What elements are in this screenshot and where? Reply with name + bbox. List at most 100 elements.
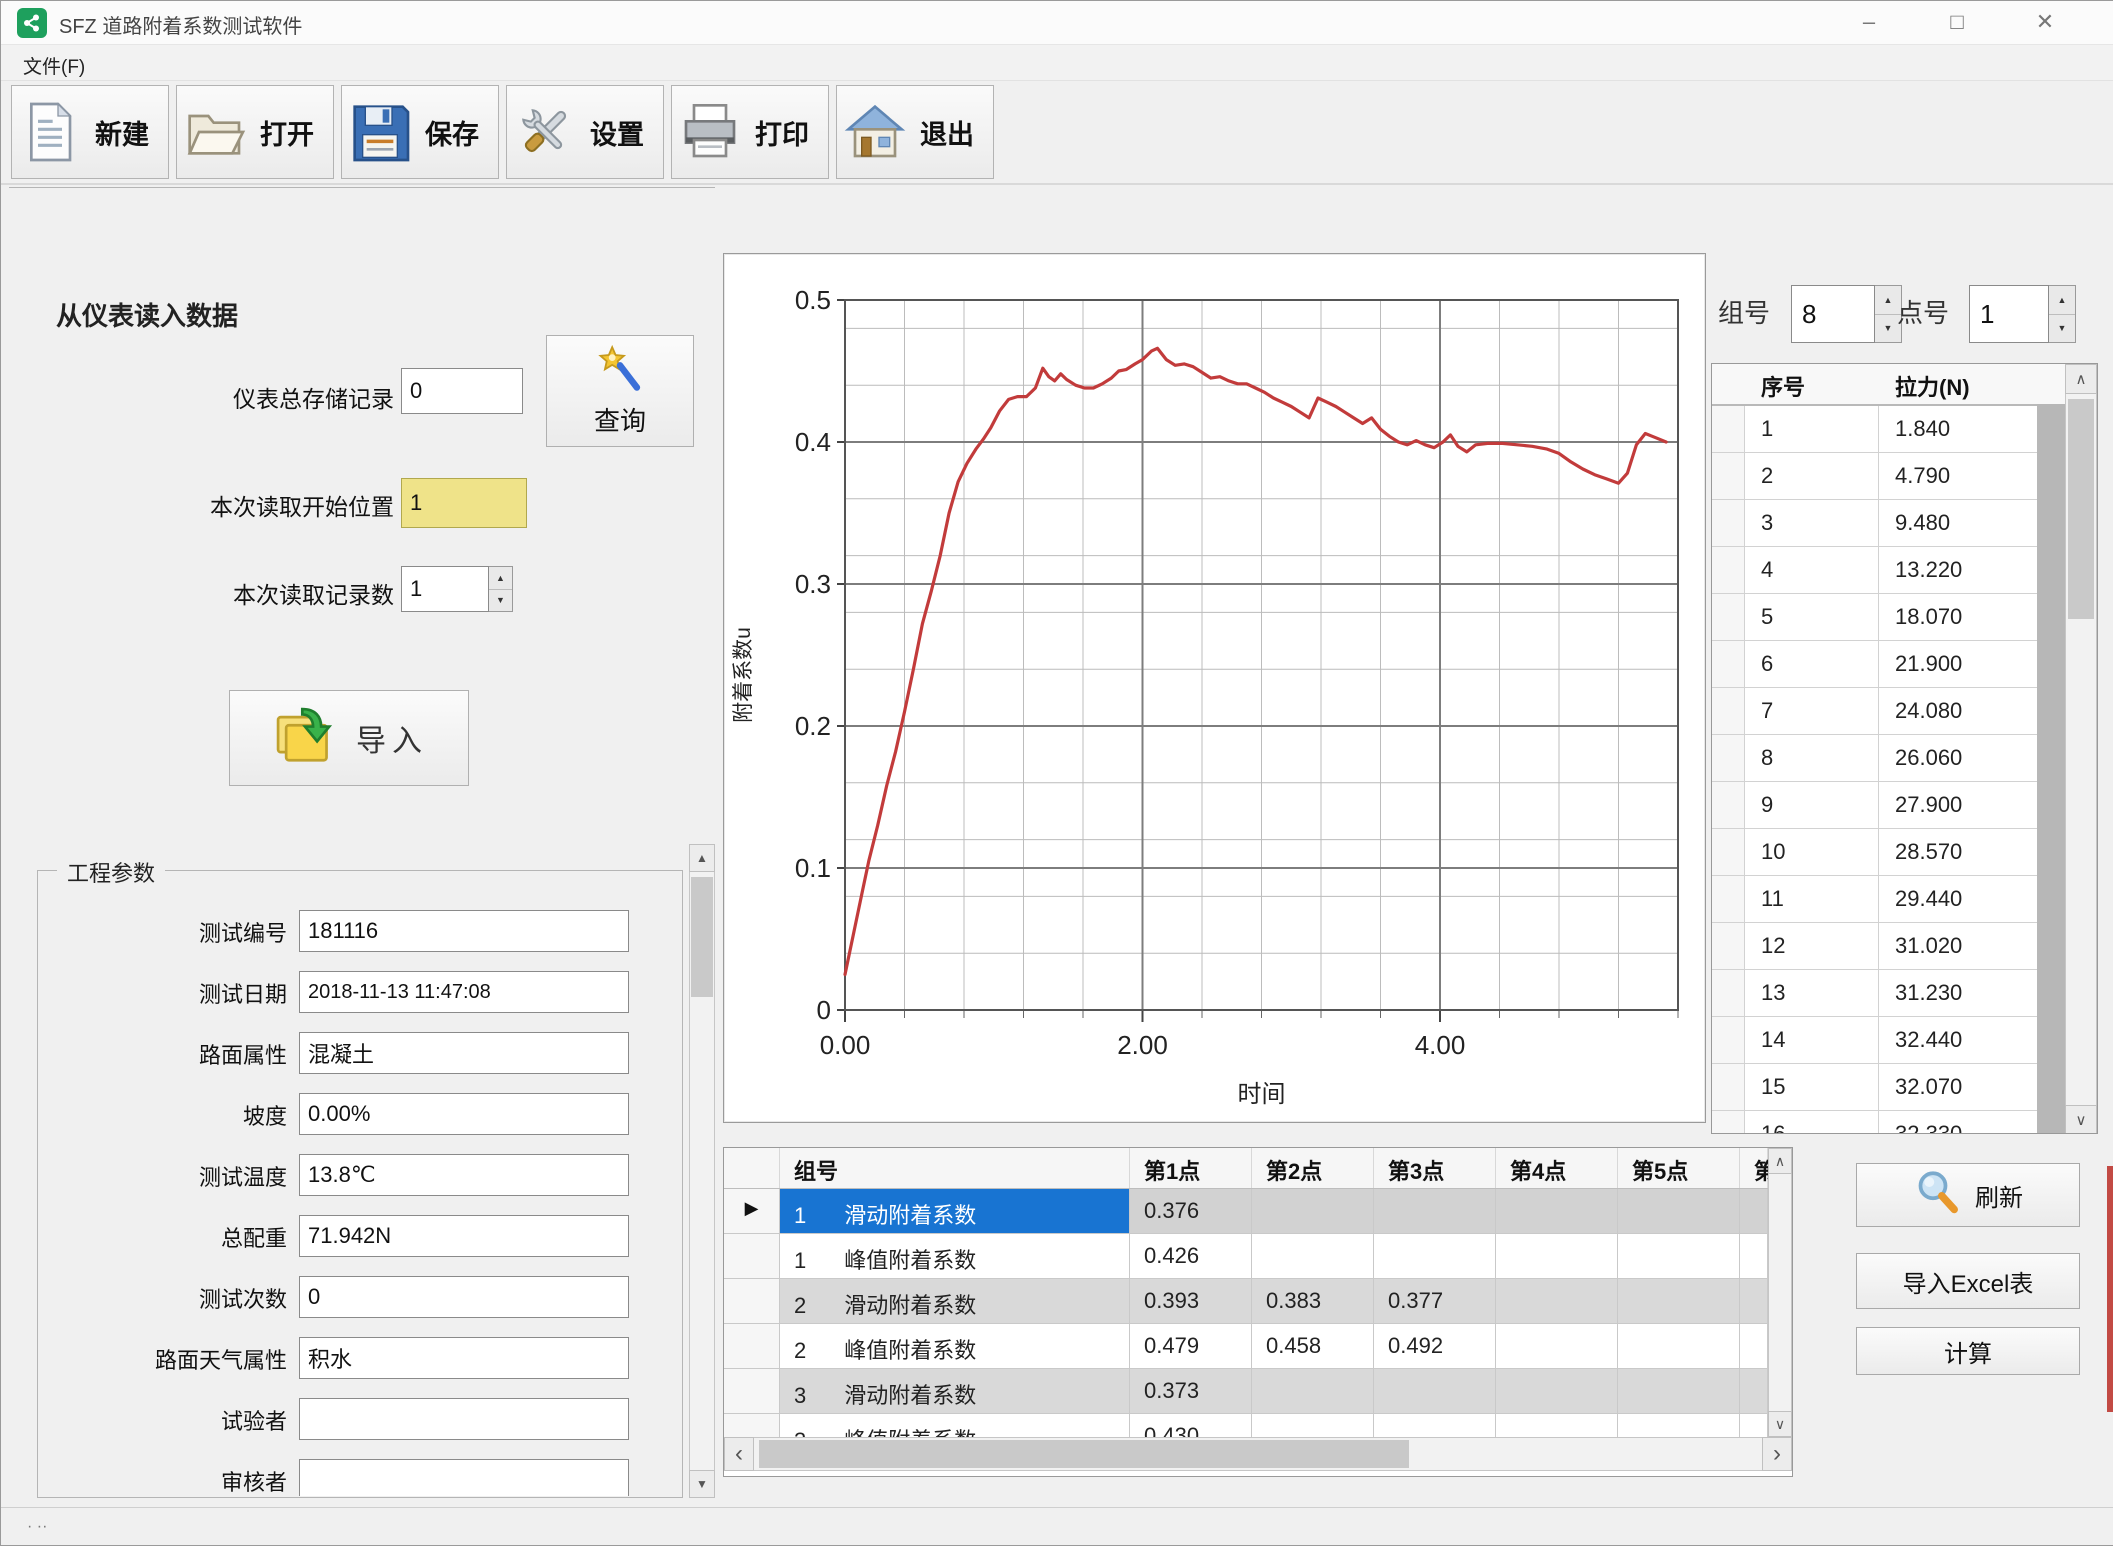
force-cell: 18.070 bbox=[1879, 594, 2039, 641]
index-cell: 7 bbox=[1745, 688, 1879, 735]
param-input[interactable] bbox=[299, 1459, 629, 1496]
total-records-input[interactable] bbox=[401, 368, 523, 414]
value-cell bbox=[1496, 1369, 1618, 1414]
value-cell bbox=[1740, 1279, 1768, 1324]
table-row[interactable]: 3滑动附着系数0.373 bbox=[724, 1369, 1792, 1414]
point-number-value[interactable]: 1 bbox=[1969, 285, 2049, 343]
force-table-scrollbar[interactable]: ∧ ∨ bbox=[2065, 364, 2097, 1134]
svg-text:附着系数u: 附着系数u bbox=[732, 627, 755, 723]
stepper-up-icon[interactable]: ▲ bbox=[2049, 286, 2075, 315]
row-header-cell bbox=[1712, 453, 1745, 500]
toolbar: 新建 打开 保存 设置 打印 退出 bbox=[1, 81, 2113, 185]
value-cell bbox=[1740, 1324, 1768, 1369]
row-header-cell bbox=[1712, 1064, 1745, 1111]
exit-button[interactable]: 退出 bbox=[836, 85, 994, 179]
result-table-hscrollbar[interactable]: ‹ › bbox=[724, 1437, 1792, 1471]
column-header[interactable]: 第2点 bbox=[1252, 1148, 1374, 1188]
open-button[interactable]: 打开 bbox=[176, 85, 334, 179]
column-header[interactable]: 第4点 bbox=[1496, 1148, 1618, 1188]
table-row[interactable]: 2滑动附着系数0.3930.3830.377 bbox=[724, 1279, 1792, 1324]
index-cell: 10 bbox=[1745, 829, 1879, 876]
table-row[interactable]: 2峰值附着系数0.4790.4580.492 bbox=[724, 1324, 1792, 1369]
close-button[interactable]: ✕ bbox=[2017, 1, 2073, 43]
index-cell: 6 bbox=[1745, 641, 1879, 688]
scrollbar-thumb[interactable] bbox=[691, 877, 713, 997]
index-cell: 4 bbox=[1745, 547, 1879, 594]
scroll-up-icon[interactable]: ▲ bbox=[689, 844, 715, 872]
result-table-vscrollbar[interactable]: ∧ ∨ bbox=[1768, 1148, 1792, 1437]
row-header-cell bbox=[724, 1369, 780, 1414]
scroll-down-icon[interactable]: ∨ bbox=[2065, 1105, 2097, 1134]
param-input[interactable] bbox=[299, 971, 629, 1013]
col-index-header[interactable]: 序号 bbox=[1745, 364, 1879, 404]
stepper-up-icon[interactable]: ▲ bbox=[489, 567, 512, 590]
table-row[interactable]: ▶1滑动附着系数0.376 bbox=[724, 1189, 1792, 1234]
param-input[interactable] bbox=[299, 910, 629, 952]
title-bar: SFZ 道路附着系数测试软件 – □ ✕ bbox=[1, 1, 2113, 45]
start-position-input[interactable] bbox=[401, 478, 527, 528]
calculate-button[interactable]: 计算 bbox=[1856, 1327, 2080, 1375]
force-cell: 26.060 bbox=[1879, 735, 2039, 782]
index-cell: 13 bbox=[1745, 970, 1879, 1017]
col-force-header[interactable]: 拉力(N) bbox=[1879, 364, 2039, 404]
menu-file[interactable]: 文件(F) bbox=[15, 50, 93, 81]
column-header[interactable]: 第1点 bbox=[1130, 1148, 1252, 1188]
param-input[interactable] bbox=[299, 1093, 629, 1135]
group-number-stepper[interactable]: 8 ▲ ▼ bbox=[1791, 285, 1902, 343]
settings-button[interactable]: 设置 bbox=[506, 85, 664, 179]
row-header-cell bbox=[1712, 829, 1745, 876]
group-number-value[interactable]: 8 bbox=[1791, 285, 1875, 343]
param-input[interactable] bbox=[299, 1215, 629, 1257]
index-cell: 12 bbox=[1745, 923, 1879, 970]
column-header[interactable]: 第7点 bbox=[1740, 1148, 1768, 1188]
param-input[interactable] bbox=[299, 1032, 629, 1074]
svg-text:0.5: 0.5 bbox=[795, 285, 831, 315]
import-button[interactable]: 导入 bbox=[229, 690, 469, 786]
value-cell bbox=[1252, 1234, 1374, 1279]
param-input[interactable] bbox=[299, 1276, 629, 1318]
value-cell bbox=[1618, 1189, 1740, 1234]
column-header[interactable]: 第5点 bbox=[1618, 1148, 1740, 1188]
new-button[interactable]: 新建 bbox=[11, 85, 169, 179]
group-name-cell: 2峰值附着系数 bbox=[780, 1324, 1130, 1369]
print-button[interactable]: 打印 bbox=[671, 85, 829, 179]
param-input[interactable] bbox=[299, 1337, 629, 1379]
scroll-down-icon[interactable]: ∨ bbox=[1768, 1411, 1792, 1437]
read-count-input[interactable] bbox=[401, 566, 489, 612]
adhesion-chart: 0.002.004.0000.10.20.30.40.5时间附着系数u bbox=[724, 254, 1705, 1122]
result-table-body: ▶1滑动附着系数0.3761峰值附着系数0.4262滑动附着系数0.3930.3… bbox=[724, 1189, 1792, 1459]
scroll-up-icon[interactable]: ∧ bbox=[1768, 1148, 1792, 1174]
force-cell: 32.330 bbox=[1879, 1111, 2039, 1134]
value-cell: 0.393 bbox=[1130, 1279, 1252, 1324]
point-number-stepper[interactable]: 1 ▲ ▼ bbox=[1969, 285, 2076, 343]
scroll-left-icon[interactable]: ‹ bbox=[724, 1437, 754, 1471]
save-button[interactable]: 保存 bbox=[341, 85, 499, 179]
force-cell: 29.440 bbox=[1879, 876, 2039, 923]
params-scrollbar[interactable]: ▲ ▼ bbox=[689, 844, 715, 1498]
table-row[interactable]: 1峰值附着系数0.426 bbox=[724, 1234, 1792, 1279]
value-cell bbox=[1618, 1369, 1740, 1414]
import-button-label: 导入 bbox=[356, 716, 428, 760]
read-count-label: 本次读取记录数 bbox=[99, 576, 394, 610]
refresh-button[interactable]: 刷新 bbox=[1856, 1163, 2080, 1227]
column-header[interactable]: 组号 bbox=[780, 1148, 1130, 1188]
scroll-down-icon[interactable]: ▼ bbox=[689, 1470, 715, 1498]
export-excel-button[interactable]: 导入Excel表 bbox=[1856, 1253, 2080, 1309]
column-header[interactable]: 第3点 bbox=[1374, 1148, 1496, 1188]
minimize-button[interactable]: – bbox=[1841, 1, 1897, 43]
maximize-button[interactable]: □ bbox=[1929, 1, 1985, 43]
coefficient-name: 峰值附着系数 bbox=[844, 1338, 976, 1363]
scrollbar-thumb[interactable] bbox=[759, 1440, 1409, 1468]
stepper-down-icon[interactable]: ▼ bbox=[2049, 315, 2075, 343]
toolbar-button-label: 保存 bbox=[412, 113, 492, 152]
svg-text:4.00: 4.00 bbox=[1415, 1030, 1466, 1060]
read-count-stepper[interactable]: ▲ ▼ bbox=[489, 566, 513, 612]
status-marks: · ·· bbox=[27, 1518, 47, 1535]
scroll-up-icon[interactable]: ∧ bbox=[2065, 364, 2097, 394]
param-input[interactable] bbox=[299, 1398, 629, 1440]
scroll-right-icon[interactable]: › bbox=[1762, 1437, 1792, 1471]
param-input[interactable] bbox=[299, 1154, 629, 1196]
scrollbar-thumb[interactable] bbox=[2068, 399, 2094, 619]
query-button[interactable]: 查询 bbox=[546, 335, 694, 447]
stepper-down-icon[interactable]: ▼ bbox=[489, 590, 512, 612]
